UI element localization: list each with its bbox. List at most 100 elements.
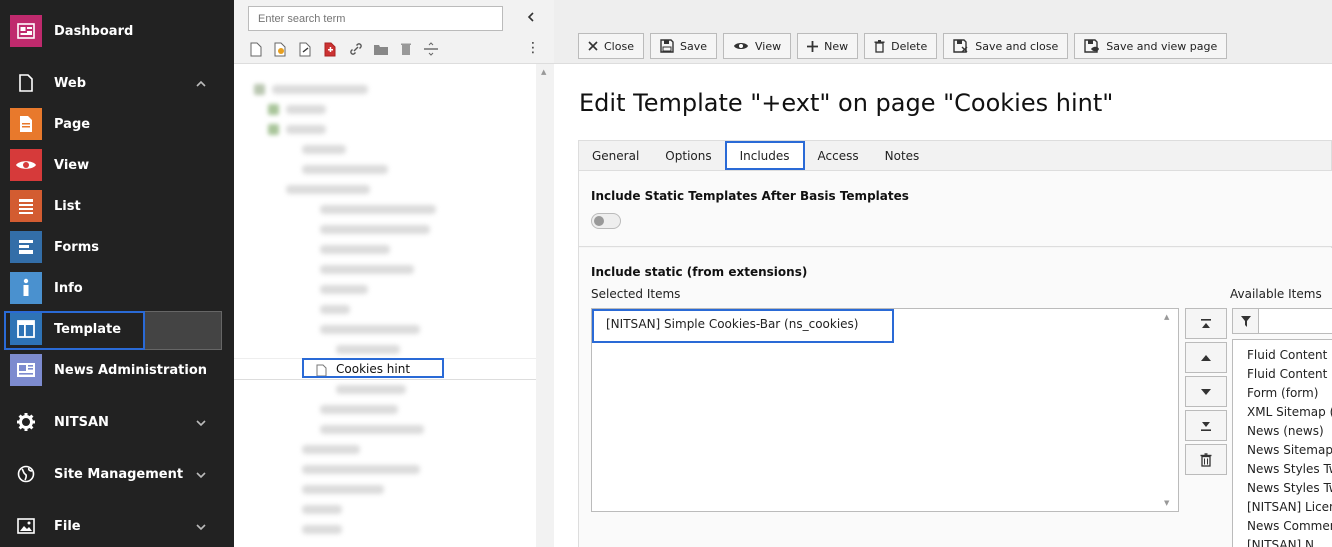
blurred-tree-node [320,285,368,294]
selected-items-list[interactable]: [NITSAN] Simple Cookies-Bar (ns_cookies)… [591,308,1179,512]
module-template[interactable]: Template [0,309,234,350]
save-button[interactable]: Save [649,33,717,59]
available-items-list[interactable]: Fluid Content E Fluid Content E Form (fo… [1232,339,1332,547]
available-item[interactable]: News Styles Tw [1247,481,1332,495]
available-item[interactable]: News (news) [1247,424,1324,438]
tab-options[interactable]: Options [652,141,724,171]
includes-panel: Include Static Templates After Basis Tem… [578,170,1332,547]
folder-icon[interactable] [373,41,389,57]
new-link-page-icon[interactable] [298,41,314,57]
more-actions-icon[interactable]: ⋮ [526,40,540,56]
available-item[interactable]: Fluid Content E [1247,367,1332,381]
new-shortcut-icon[interactable] [273,41,289,57]
filter-icon[interactable] [1233,309,1259,333]
available-item[interactable]: Form (form) [1247,386,1318,400]
scroll-down-icon[interactable]: ▼ [1164,499,1169,507]
filter-input[interactable] [1260,309,1332,333]
blurred-tree-node [302,505,342,514]
blurred-tree-node [336,385,406,394]
link-icon[interactable] [348,41,364,57]
module-news-administration[interactable]: News Administration [0,350,234,391]
close-button[interactable]: Close [578,33,644,59]
tab-includes[interactable]: Includes [724,141,805,170]
blurred-tree-node [286,105,326,114]
chevron-down-icon[interactable] [194,468,208,482]
move-down-button[interactable] [1185,376,1227,407]
blurred-tree-node [268,104,279,115]
available-item[interactable]: [NITSAN] N [1247,538,1314,547]
selected-items-label: Selected Items [591,287,681,301]
blurred-tree-node [302,465,420,474]
blurred-tree-node [320,245,390,254]
available-item[interactable]: XML Sitemap ( [1247,405,1332,419]
blurred-tree-node [320,325,420,334]
button-label: Delete [891,39,928,53]
tab-general[interactable]: General [579,141,652,171]
chevron-down-icon[interactable] [194,416,208,430]
blurred-tree-node [336,345,400,354]
tab-access[interactable]: Access [805,141,872,171]
new-mountpoint-icon[interactable] [323,41,339,57]
blurred-tree-node [302,165,388,174]
move-bottom-icon [1201,421,1211,431]
page-module-icon [10,108,42,140]
module-page[interactable]: Page [0,104,234,145]
chevron-up-icon[interactable] [194,77,208,91]
module-dashboard[interactable]: Dashboard [0,11,234,52]
tab-notes[interactable]: Notes [872,141,933,171]
tree-search-input[interactable] [248,6,503,31]
save-icon [660,39,674,53]
view-button[interactable]: View [722,33,792,59]
move-to-bottom-button[interactable] [1185,410,1227,441]
recycler-trash-icon[interactable] [398,41,414,57]
available-item[interactable]: News Styles Tw [1247,462,1332,476]
module-label: File [54,519,81,534]
save-and-close-button[interactable]: Save and close [943,33,1069,59]
content-area: Close Save View New Delete Save and clos… [554,0,1332,547]
collapse-tree-icon[interactable] [524,10,538,24]
button-label: New [824,39,849,53]
scroll-up-icon[interactable]: ▲ [541,68,546,76]
include-after-basis-toggle[interactable] [591,213,621,229]
module-list[interactable]: List [0,186,234,227]
blurred-tree-node [320,425,424,434]
tree-scrollbar[interactable]: ▲ [536,64,554,547]
remove-item-button[interactable] [1185,444,1227,475]
button-label: View [754,39,782,53]
news-admin-icon [10,354,42,386]
module-forms[interactable]: Forms [0,227,234,268]
module-group-site-management[interactable]: Site Management [0,454,234,495]
page-title: Edit Template "+ext" on page "Cookies hi… [579,89,1114,117]
save-view-icon [1084,39,1100,53]
divider-spacer-icon[interactable] [423,41,439,57]
blurred-tree-node [254,84,265,95]
module-label: NITSAN [54,415,109,430]
module-info[interactable]: Info [0,268,234,309]
scroll-up-icon[interactable]: ▲ [1164,313,1169,321]
module-label: Template [54,322,122,337]
move-up-button[interactable] [1185,342,1227,373]
new-button[interactable]: New [797,33,859,59]
blurred-tree-node [320,305,350,314]
move-buttons [1185,308,1227,475]
chevron-down-icon[interactable] [194,520,208,534]
blurred-tree-node [302,445,360,454]
available-item[interactable]: News Sitemap [1247,443,1332,457]
module-label: Info [54,281,83,296]
module-group-file[interactable]: File [0,506,234,547]
module-group-web[interactable]: Web [0,63,234,104]
available-items-label: Available Items [1230,287,1322,301]
available-item[interactable]: Fluid Content E [1247,348,1332,362]
delete-button[interactable]: Delete [864,33,938,59]
blurred-tree-node [286,125,326,134]
plus-icon [807,40,819,52]
move-to-top-button[interactable] [1185,308,1227,339]
selected-item-highlight-box [592,309,894,343]
section-title: Include static (from extensions) [591,265,808,279]
available-item[interactable]: News Commen [1247,519,1332,533]
module-group-nitsan[interactable]: NITSAN [0,402,234,443]
new-page-icon[interactable] [248,41,264,57]
available-item[interactable]: [NITSAN] Licen [1247,500,1332,514]
module-view[interactable]: View [0,145,234,186]
save-and-view-page-button[interactable]: Save and view page [1074,33,1228,59]
